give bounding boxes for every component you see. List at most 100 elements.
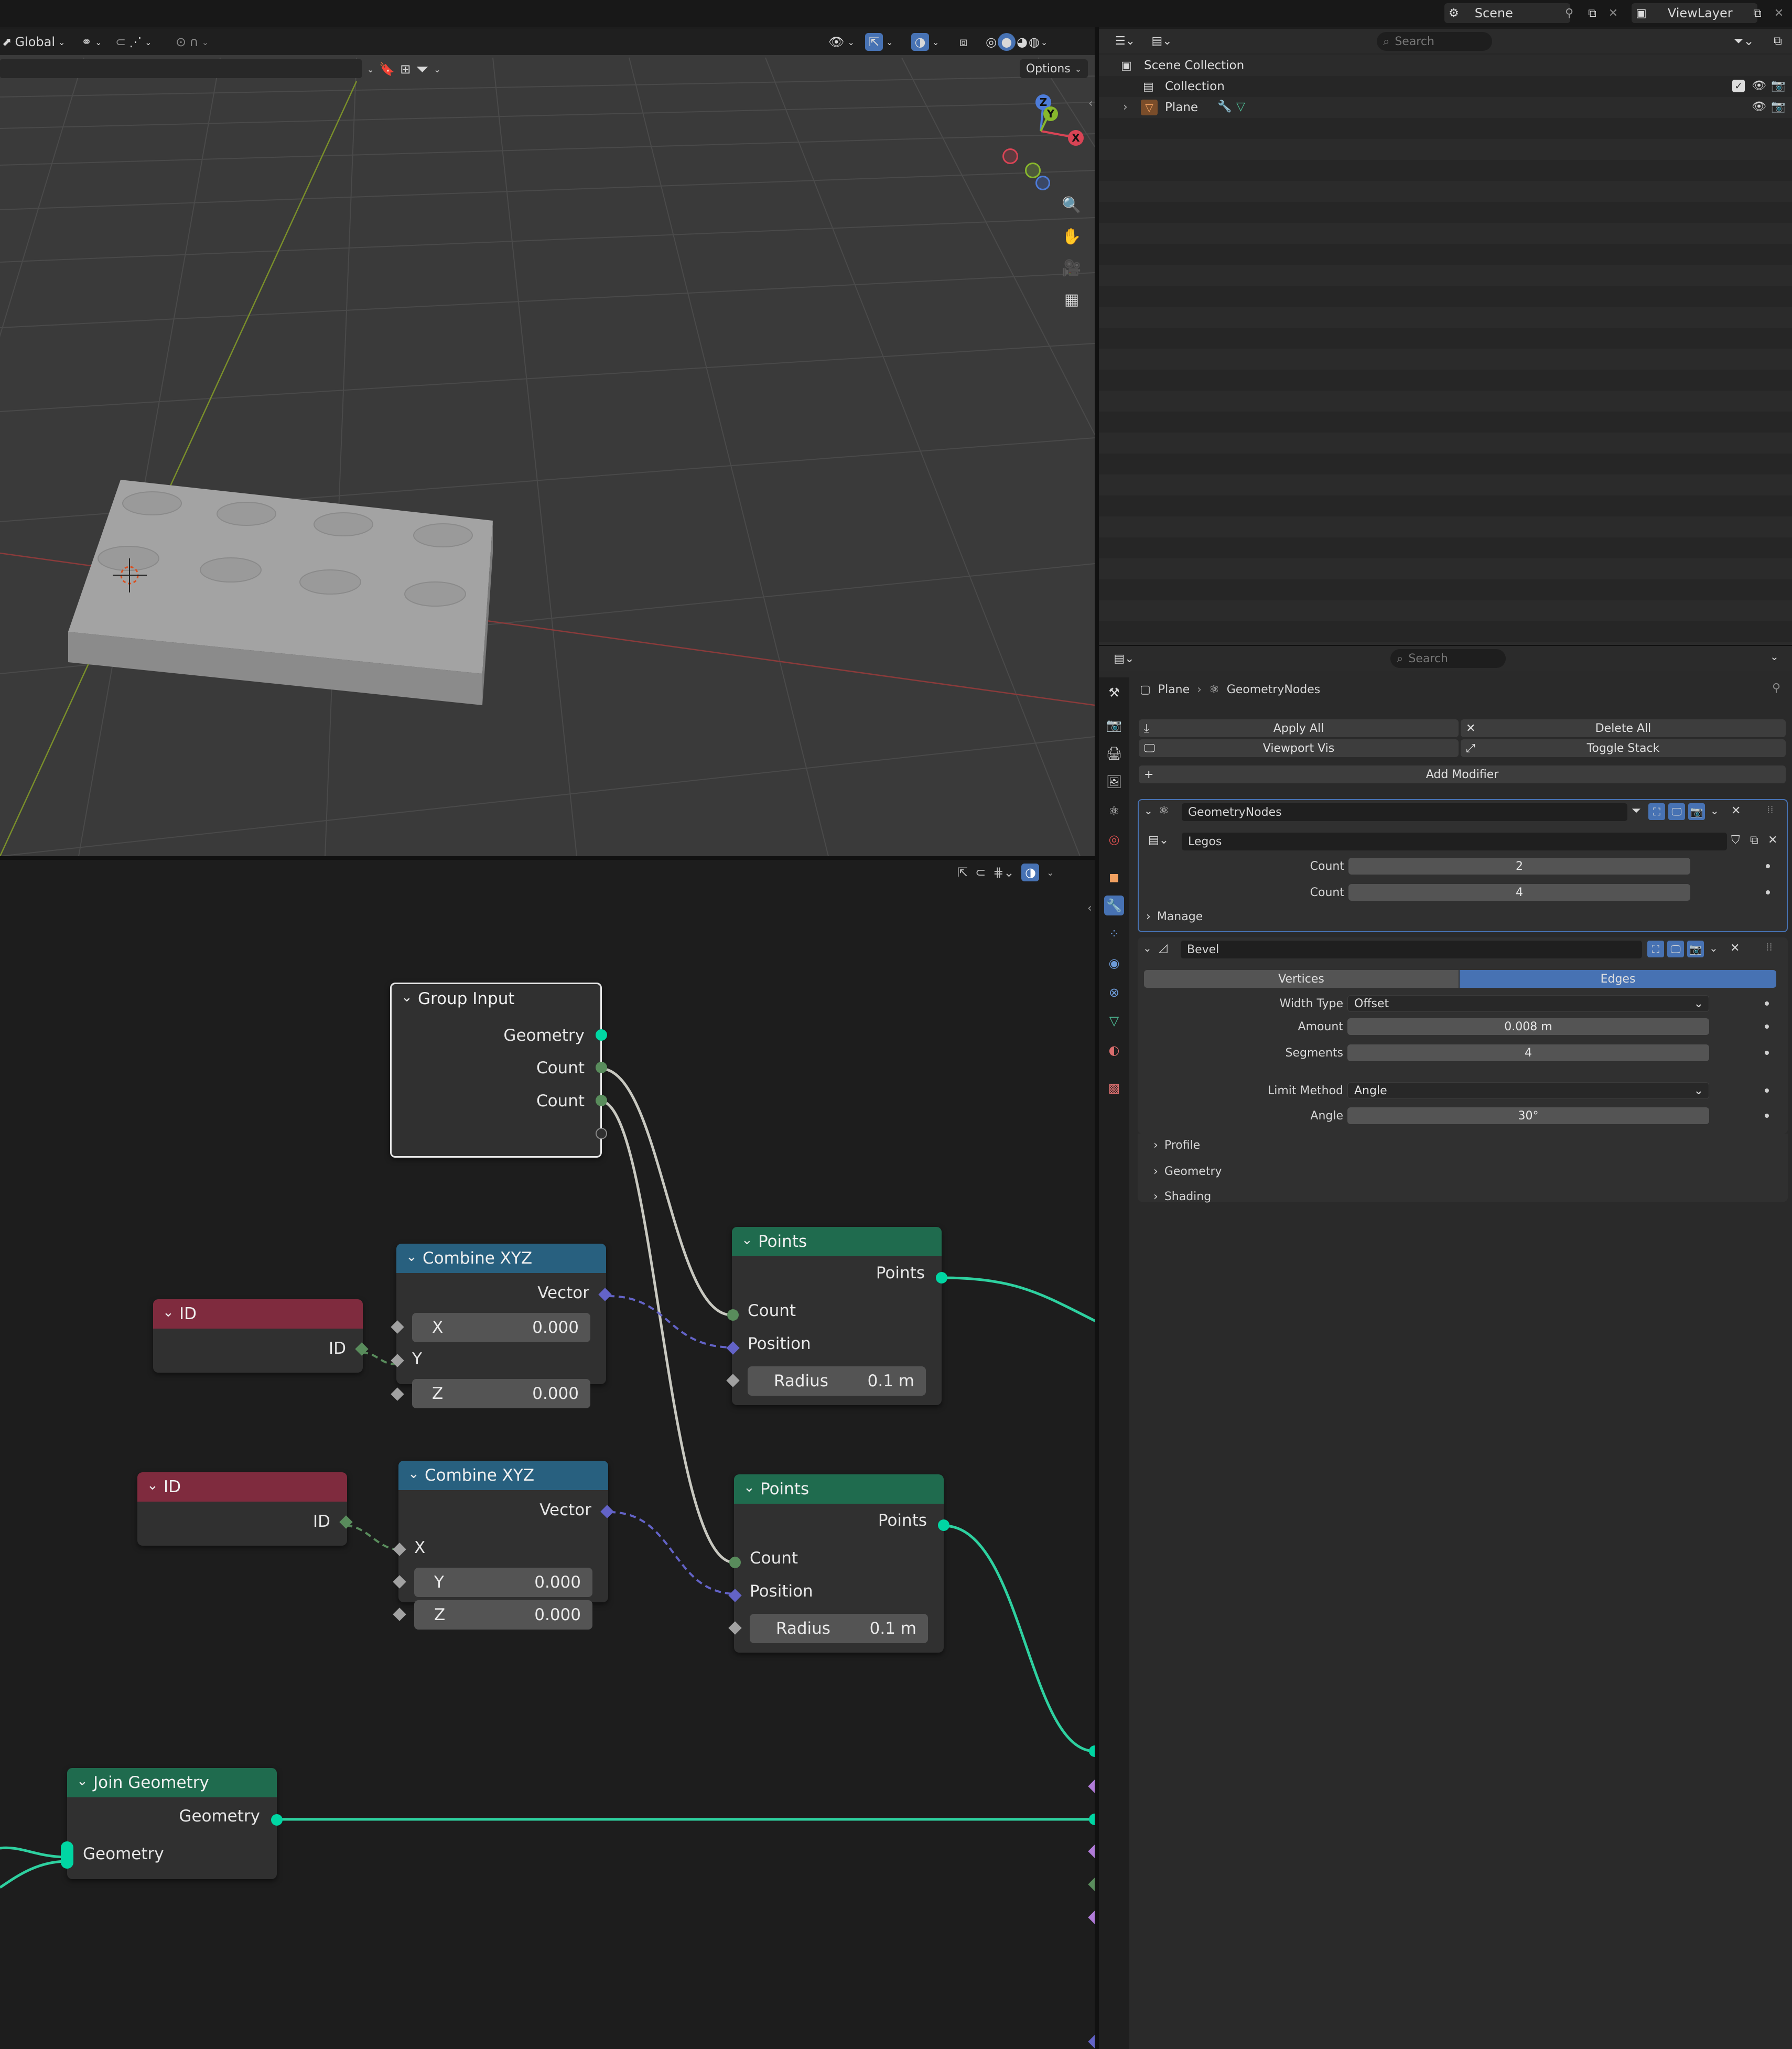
cage-icon[interactable]: ⛶: [1648, 803, 1665, 820]
pan-hand-icon[interactable]: ✋: [1058, 223, 1085, 250]
chevron-down-icon[interactable]: ⌄: [163, 1304, 174, 1320]
texture-tab-icon[interactable]: ▩: [1104, 1078, 1124, 1098]
transform-orientation[interactable]: ⬈ Global ⌄: [2, 30, 65, 53]
points-output-socket[interactable]: [936, 1272, 947, 1284]
chevron-down-icon[interactable]: ⌄: [408, 1466, 419, 1482]
duplicate-icon[interactable]: ⧉: [1750, 834, 1758, 847]
properties-search[interactable]: ⌕ Search: [1390, 649, 1506, 668]
segments-field[interactable]: 4: [1347, 1044, 1709, 1061]
visibility-button[interactable]: 👁 ⌄: [828, 30, 855, 53]
node-header[interactable]: ⌄ ID: [137, 1472, 347, 1502]
x-value-field[interactable]: X 0.000: [412, 1313, 590, 1342]
rendered-shading-icon[interactable]: ◍: [1029, 35, 1040, 49]
outliner-row-scene-collection[interactable]: ▣ Scene Collection: [1099, 55, 1792, 76]
view-layer-tab-icon[interactable]: 🖼: [1104, 772, 1124, 792]
chevron-down-icon[interactable]: ⌄: [406, 1249, 417, 1265]
affect-edges-button[interactable]: Edges: [1460, 970, 1776, 988]
camera-icon[interactable]: 📷: [1771, 100, 1785, 113]
gizmo-y-axis[interactable]: Y: [1043, 106, 1058, 121]
sidebar-toggle-arrow[interactable]: ‹: [1088, 97, 1093, 110]
close-icon[interactable]: ✕: [1731, 804, 1741, 817]
3d-viewport[interactable]: ⬈ Global ⌄ ⚭ ⌄ ⊂ ⋰ ⌄ ⊙ ∩ ⌄ 👁 ⌄ ⇱ ⌄ ◑ ⌄ ⧈ ◎ ● ◕ ◍…: [0, 29, 1095, 856]
count-input-socket[interactable]: [727, 1309, 739, 1321]
new-scene-icon[interactable]: ⧉: [1583, 4, 1601, 22]
gizmo-x-axis[interactable]: X: [1068, 130, 1084, 146]
eye-icon[interactable]: 👁: [1752, 100, 1766, 113]
affect-vertices-button[interactable]: Vertices: [1144, 970, 1459, 988]
input-count-2-field[interactable]: 4: [1348, 884, 1690, 901]
outliner-search[interactable]: ⌕ Search: [1377, 32, 1492, 51]
keyframe-dot[interactable]: [1765, 1051, 1769, 1055]
node-header[interactable]: ⌄ Join Geometry: [67, 1768, 277, 1797]
empty-output-socket[interactable]: [596, 1128, 607, 1139]
geometry-subpanel[interactable]: › Geometry: [1153, 1165, 1222, 1178]
node-combine-xyz-1[interactable]: ⌄ Combine XYZ Vector X 0.000 Y Z 0.000: [391, 1244, 612, 1408]
keyframe-dot[interactable]: [1765, 1088, 1769, 1093]
view-layer-selector[interactable]: ▣ ViewLayer: [1632, 3, 1757, 23]
geometry-output-socket[interactable]: [271, 1814, 283, 1826]
z-value-field[interactable]: Z 0.000: [412, 1379, 590, 1408]
realtime-icon[interactable]: 🖵: [1667, 941, 1684, 957]
options-dropdown[interactable]: Options ⌄: [1020, 59, 1088, 78]
chevron-down-icon[interactable]: ⌄: [1710, 804, 1719, 817]
chevron-down-icon[interactable]: ⌄: [741, 1232, 753, 1248]
node-header[interactable]: ⌄ Group Input: [392, 984, 600, 1013]
node-group-field[interactable]: Legos: [1182, 833, 1727, 850]
drag-handle-icon[interactable]: ⁞⁞: [1767, 803, 1774, 816]
output-tab-icon[interactable]: 🖨: [1104, 743, 1124, 763]
proportional-editing-button[interactable]: ⊙ ∩ ⌄: [176, 30, 209, 53]
points-output-socket[interactable]: [938, 1519, 949, 1531]
chevron-down-icon[interactable]: ⌄: [1709, 942, 1718, 954]
shading-subpanel[interactable]: › Shading: [1153, 1190, 1211, 1203]
add-modifier-button[interactable]: + Add Modifier: [1139, 765, 1786, 783]
keyframe-dot[interactable]: [1765, 1001, 1769, 1006]
snap-button[interactable]: ⊂ ⋰ ⌄: [115, 30, 152, 53]
realtime-icon[interactable]: 🖵: [1668, 803, 1685, 820]
chevron-down-icon[interactable]: ⌄: [77, 1773, 88, 1789]
tool-tab-icon[interactable]: ⚒: [1104, 683, 1124, 703]
modifier-name-field[interactable]: GeometryNodes: [1182, 803, 1627, 821]
y-value-field[interactable]: Y 0.000: [414, 1568, 592, 1597]
gizmo-toggle[interactable]: ⇱ ⌄: [865, 30, 893, 53]
physics-tab-icon[interactable]: ◉: [1104, 953, 1124, 973]
scene-selector[interactable]: ⚙ Scene: [1444, 3, 1570, 23]
solid-shading-icon[interactable]: ●: [997, 33, 1016, 51]
area-divider-horizontal[interactable]: [0, 856, 1095, 860]
lego-brick[interactable]: [68, 480, 493, 705]
navigation-gizmo[interactable]: Z Y X: [991, 89, 1091, 190]
constraints-tab-icon[interactable]: ⊗: [1104, 983, 1124, 1002]
new-collection-icon[interactable]: ⧉: [1768, 32, 1788, 50]
toggle-stack-button[interactable]: ⤢ Toggle Stack: [1461, 739, 1786, 757]
input-count-1-field[interactable]: 2: [1348, 858, 1690, 875]
object-tab-icon[interactable]: ◼: [1104, 867, 1124, 887]
chevron-down-icon[interactable]: ⌄: [1770, 650, 1779, 663]
z-value-field[interactable]: Z 0.000: [414, 1600, 592, 1630]
keyframe-dot[interactable]: [1765, 1114, 1769, 1118]
modifier-tab-icon[interactable]: 🔧: [1104, 896, 1124, 915]
viewport-filter-field[interactable]: [0, 59, 362, 78]
node-group-input[interactable]: ⌄ Group Input Geometry Count Count: [390, 983, 607, 1158]
close-icon[interactable]: ✕: [1730, 942, 1740, 955]
xray-toggle[interactable]: ⧈: [959, 30, 967, 53]
node-header[interactable]: ⌄ Points: [734, 1474, 944, 1504]
node-header[interactable]: ⌄ Points: [732, 1227, 942, 1256]
material-tab-icon[interactable]: ◐: [1104, 1040, 1124, 1060]
camera-view-icon[interactable]: 🎥: [1058, 254, 1085, 282]
keyframe-dot[interactable]: [1766, 864, 1770, 868]
limit-method-dropdown[interactable]: Angle ⌄: [1347, 1082, 1709, 1099]
mesh-data-icon[interactable]: ▽: [1236, 100, 1245, 113]
world-tab-icon[interactable]: ◎: [1104, 829, 1124, 849]
pin-icon[interactable]: ⚲: [1561, 4, 1577, 22]
overlay-toggle[interactable]: ◑ ⌄: [911, 30, 939, 53]
node-header[interactable]: ⌄ Combine XYZ: [396, 1244, 606, 1273]
collapse-chevron-icon[interactable]: ⌄: [1144, 804, 1153, 817]
editor-type-icon[interactable]: ▤⌄: [1108, 650, 1140, 667]
render-icon[interactable]: 📷: [1688, 803, 1705, 820]
display-mode-icon[interactable]: ▤⌄: [1146, 32, 1178, 50]
node-points-1[interactable]: ⌄ Points Points Count Position Radius 0.…: [726, 1227, 947, 1405]
delete-all-button[interactable]: ✕ Delete All: [1461, 719, 1786, 737]
edit-mode-icon[interactable]: ⏷: [1632, 804, 1641, 817]
node-editor[interactable]: ⇱ ⊂ ⋕⌄ ◑ ⌄ ‹ ⌄ Group Input Geometry Coun…: [0, 860, 1095, 2049]
node-header[interactable]: ⌄ ID: [153, 1299, 363, 1329]
render-tab-icon[interactable]: 📷: [1104, 715, 1124, 735]
